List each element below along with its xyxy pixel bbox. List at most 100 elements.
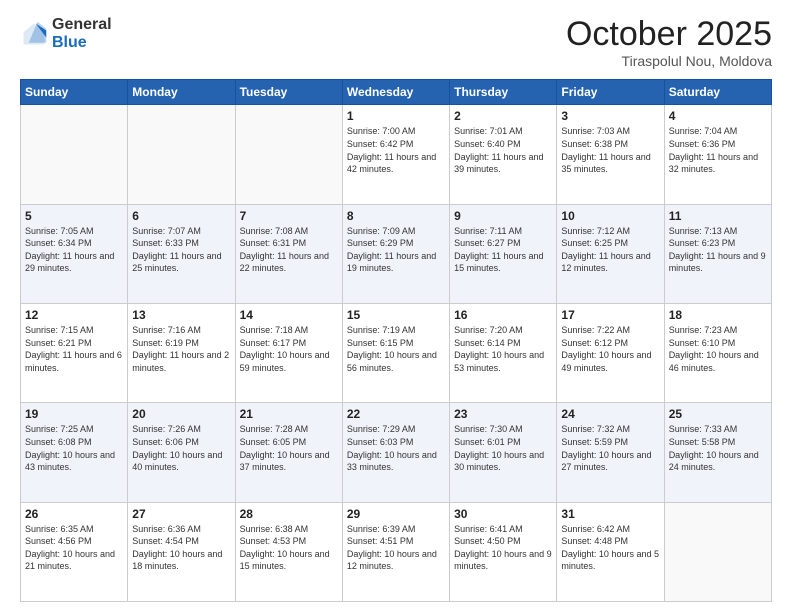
day-number: 6 (132, 209, 230, 223)
day-number: 28 (240, 507, 338, 521)
calendar-cell: 10 Sunrise: 7:12 AM Sunset: 6:25 PM Dayli… (557, 204, 664, 303)
header: General Blue October 2025 Tiraspolul Nou… (20, 16, 772, 69)
week-row-3: 12 Sunrise: 7:15 AM Sunset: 6:21 PM Dayli… (21, 304, 772, 403)
week-row-5: 26 Sunrise: 6:35 AM Sunset: 4:56 PM Dayli… (21, 502, 772, 601)
calendar-cell: 4 Sunrise: 7:04 AM Sunset: 6:36 PM Daylig… (664, 105, 771, 204)
day-info: Sunrise: 7:11 AM Sunset: 6:27 PM Dayligh… (454, 225, 552, 275)
calendar-cell: 13 Sunrise: 7:16 AM Sunset: 6:19 PM Dayli… (128, 304, 235, 403)
day-info: Sunrise: 6:41 AM Sunset: 4:50 PM Dayligh… (454, 523, 552, 573)
calendar-cell: 2 Sunrise: 7:01 AM Sunset: 6:40 PM Daylig… (450, 105, 557, 204)
day-number: 24 (561, 407, 659, 421)
day-info: Sunrise: 7:12 AM Sunset: 6:25 PM Dayligh… (561, 225, 659, 275)
day-info: Sunrise: 7:18 AM Sunset: 6:17 PM Dayligh… (240, 324, 338, 374)
calendar-cell: 27Sunrise: 6:36 AM Sunset: 4:54 PM Dayli… (128, 502, 235, 601)
day-info: Sunrise: 7:22 AM Sunset: 6:12 PM Dayligh… (561, 324, 659, 374)
day-number: 30 (454, 507, 552, 521)
day-info: Sunrise: 7:25 AM Sunset: 6:08 PM Dayligh… (25, 423, 123, 473)
calendar-cell: 23Sunrise: 7:30 AM Sunset: 6:01 PM Dayli… (450, 403, 557, 502)
day-info: Sunrise: 7:28 AM Sunset: 6:05 PM Dayligh… (240, 423, 338, 473)
calendar-cell: 30 Sunrise: 6:41 AM Sunset: 4:50 PM Dayli… (450, 502, 557, 601)
day-info: Sunrise: 7:05 AM Sunset: 6:34 PM Dayligh… (25, 225, 123, 275)
day-info: Sunrise: 7:32 AM Sunset: 5:59 PM Dayligh… (561, 423, 659, 473)
logo-general-text: General (52, 16, 112, 34)
calendar-cell: 15 Sunrise: 7:19 AM Sunset: 6:15 PM Dayli… (342, 304, 449, 403)
day-number: 11 (669, 209, 767, 223)
day-number: 1 (347, 109, 445, 123)
day-number: 4 (669, 109, 767, 123)
calendar-cell: 21 Sunrise: 7:28 AM Sunset: 6:05 PM Dayli… (235, 403, 342, 502)
day-number: 18 (669, 308, 767, 322)
calendar-cell: 17 Sunrise: 7:22 AM Sunset: 6:12 PM Dayli… (557, 304, 664, 403)
logo-text: General Blue (52, 16, 112, 51)
day-info: Sunrise: 7:20 AM Sunset: 6:14 PM Dayligh… (454, 324, 552, 374)
day-number: 17 (561, 308, 659, 322)
day-number: 13 (132, 308, 230, 322)
day-info: Sunrise: 7:07 AM Sunset: 6:33 PM Dayligh… (132, 225, 230, 275)
day-header-monday: Monday (128, 80, 235, 105)
day-number: 9 (454, 209, 552, 223)
day-info: Sunrise: 7:16 AM Sunset: 6:19 PM Dayligh… (132, 324, 230, 374)
day-info: Sunrise: 7:01 AM Sunset: 6:40 PM Dayligh… (454, 125, 552, 175)
day-info: Sunrise: 6:38 AM Sunset: 4:53 PM Dayligh… (240, 523, 338, 573)
day-header-sunday: Sunday (21, 80, 128, 105)
day-info: Sunrise: 7:23 AM Sunset: 6:10 PM Dayligh… (669, 324, 767, 374)
calendar-cell: 20Sunrise: 7:26 AM Sunset: 6:06 PM Dayli… (128, 403, 235, 502)
calendar-cell: 29Sunrise: 6:39 AM Sunset: 4:51 PM Dayli… (342, 502, 449, 601)
calendar-cell: 3 Sunrise: 7:03 AM Sunset: 6:38 PM Daylig… (557, 105, 664, 204)
calendar-cell (235, 105, 342, 204)
day-number: 8 (347, 209, 445, 223)
day-info: Sunrise: 7:19 AM Sunset: 6:15 PM Dayligh… (347, 324, 445, 374)
day-number: 12 (25, 308, 123, 322)
day-info: Sunrise: 7:03 AM Sunset: 6:38 PM Dayligh… (561, 125, 659, 175)
day-number: 19 (25, 407, 123, 421)
day-info: Sunrise: 6:42 AM Sunset: 4:48 PM Dayligh… (561, 523, 659, 573)
day-number: 31 (561, 507, 659, 521)
calendar-cell: 8 Sunrise: 7:09 AM Sunset: 6:29 PM Daylig… (342, 204, 449, 303)
day-info: Sunrise: 7:04 AM Sunset: 6:36 PM Dayligh… (669, 125, 767, 175)
day-info: Sunrise: 7:09 AM Sunset: 6:29 PM Dayligh… (347, 225, 445, 275)
week-row-1: 1 Sunrise: 7:00 AM Sunset: 6:42 PM Daylig… (21, 105, 772, 204)
logo-icon (20, 20, 48, 48)
day-number: 2 (454, 109, 552, 123)
calendar-cell: 5 Sunrise: 7:05 AM Sunset: 6:34 PM Daylig… (21, 204, 128, 303)
header-row: SundayMondayTuesdayWednesdayThursdayFrid… (21, 80, 772, 105)
day-number: 21 (240, 407, 338, 421)
day-header-wednesday: Wednesday (342, 80, 449, 105)
calendar-cell: 24 Sunrise: 7:32 AM Sunset: 5:59 PM Dayli… (557, 403, 664, 502)
day-number: 22 (347, 407, 445, 421)
day-info: Sunrise: 6:35 AM Sunset: 4:56 PM Dayligh… (25, 523, 123, 573)
calendar-cell: 18 Sunrise: 7:23 AM Sunset: 6:10 PM Dayli… (664, 304, 771, 403)
calendar-cell: 12 Sunrise: 7:15 AM Sunset: 6:21 PM Dayli… (21, 304, 128, 403)
calendar-title: October 2025 (566, 16, 772, 53)
day-info: Sunrise: 7:29 AM Sunset: 6:03 PM Dayligh… (347, 423, 445, 473)
logo: General Blue (20, 16, 112, 51)
calendar-header: SundayMondayTuesdayWednesdayThursdayFrid… (21, 80, 772, 105)
day-header-saturday: Saturday (664, 80, 771, 105)
day-number: 10 (561, 209, 659, 223)
calendar-cell: 11 Sunrise: 7:13 AM Sunset: 6:23 PM Dayli… (664, 204, 771, 303)
calendar-cell: 7Sunrise: 7:08 AM Sunset: 6:31 PM Daylig… (235, 204, 342, 303)
calendar-cell (664, 502, 771, 601)
day-header-tuesday: Tuesday (235, 80, 342, 105)
day-info: Sunrise: 7:15 AM Sunset: 6:21 PM Dayligh… (25, 324, 123, 374)
day-number: 25 (669, 407, 767, 421)
calendar-body: 1 Sunrise: 7:00 AM Sunset: 6:42 PM Daylig… (21, 105, 772, 602)
day-info: Sunrise: 7:00 AM Sunset: 6:42 PM Dayligh… (347, 125, 445, 175)
week-row-2: 5 Sunrise: 7:05 AM Sunset: 6:34 PM Daylig… (21, 204, 772, 303)
calendar-cell (21, 105, 128, 204)
day-number: 7 (240, 209, 338, 223)
calendar-cell: 26 Sunrise: 6:35 AM Sunset: 4:56 PM Dayli… (21, 502, 128, 601)
day-number: 3 (561, 109, 659, 123)
day-number: 27 (132, 507, 230, 521)
day-number: 16 (454, 308, 552, 322)
day-number: 15 (347, 308, 445, 322)
day-header-friday: Friday (557, 80, 664, 105)
day-number: 26 (25, 507, 123, 521)
calendar-cell: 28 Sunrise: 6:38 AM Sunset: 4:53 PM Dayli… (235, 502, 342, 601)
day-info: Sunrise: 7:13 AM Sunset: 6:23 PM Dayligh… (669, 225, 767, 275)
calendar-cell: 16 Sunrise: 7:20 AM Sunset: 6:14 PM Dayli… (450, 304, 557, 403)
day-number: 29 (347, 507, 445, 521)
calendar-cell: 22 Sunrise: 7:29 AM Sunset: 6:03 PM Dayli… (342, 403, 449, 502)
day-number: 5 (25, 209, 123, 223)
day-info: Sunrise: 7:26 AM Sunset: 6:06 PM Dayligh… (132, 423, 230, 473)
